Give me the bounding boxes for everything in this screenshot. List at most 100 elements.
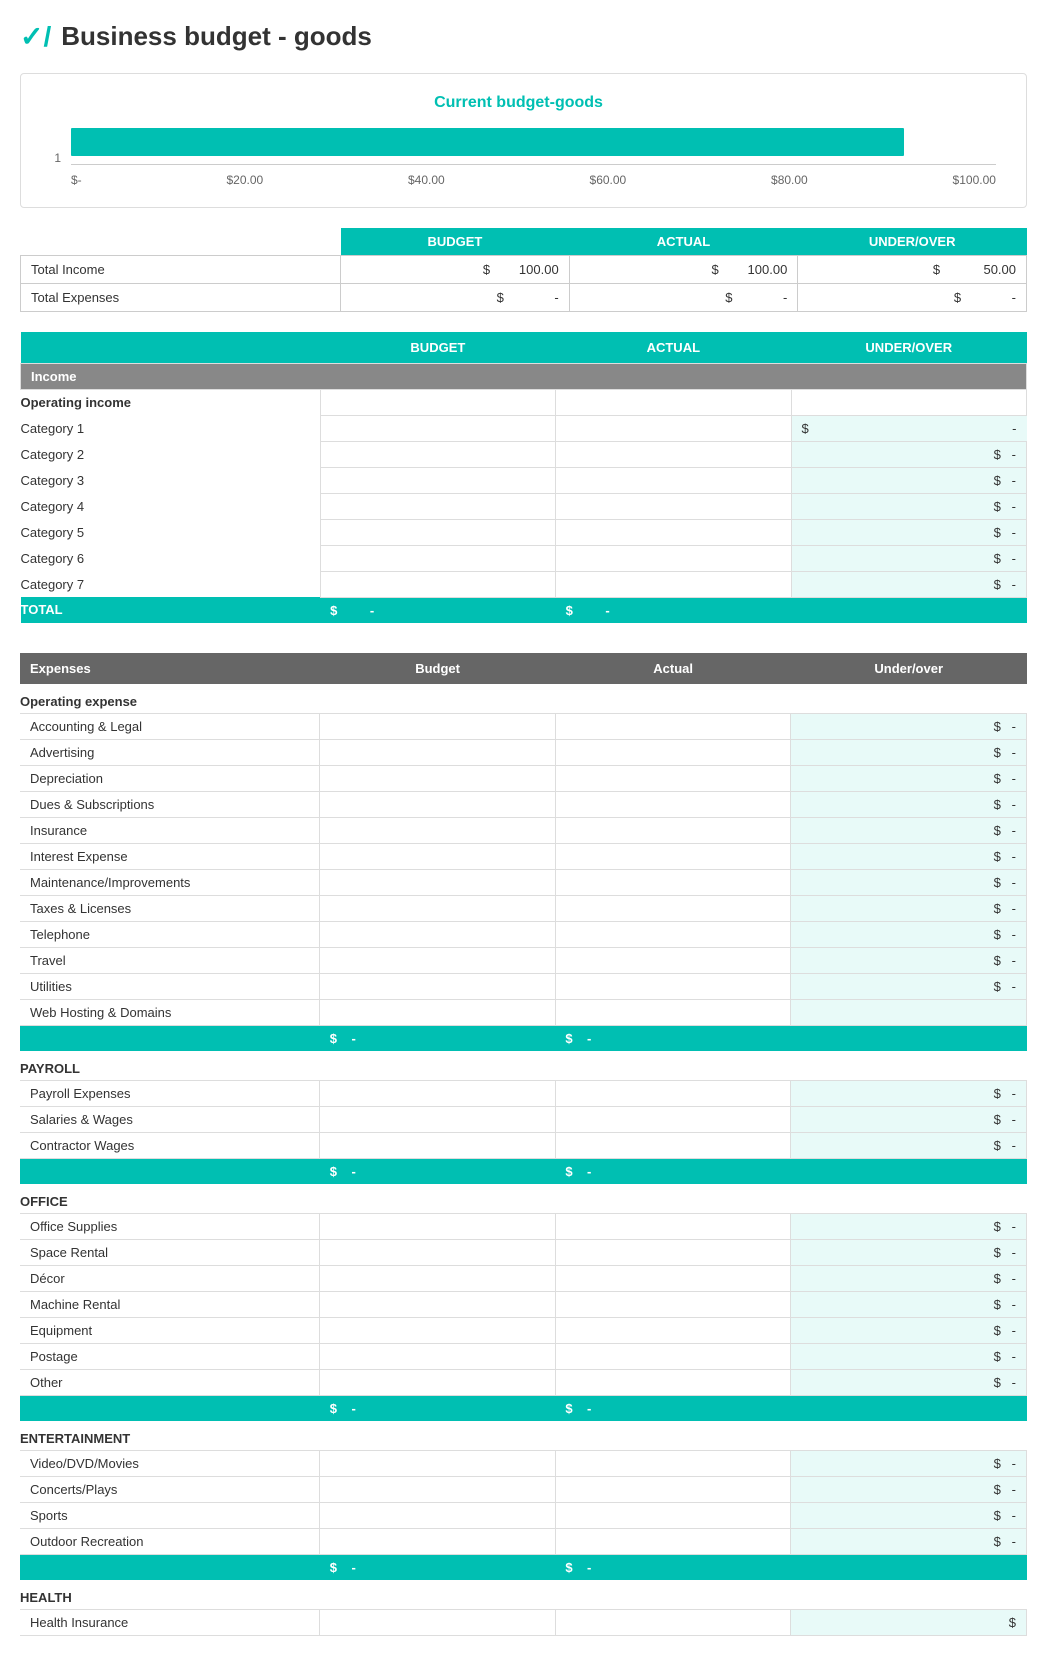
cat5-budget-input[interactable]: [320, 519, 555, 545]
exp-maintenance-budget[interactable]: [320, 869, 556, 895]
exp-video-actual[interactable]: [555, 1450, 791, 1476]
exp-taxes-underover: $ -: [791, 895, 1027, 921]
cat2-actual-input[interactable]: [556, 441, 791, 467]
entertainment-subheader-row: ENTERTAINMENT: [20, 1421, 1027, 1451]
exp-utilities-budget[interactable]: [320, 973, 556, 999]
exp-utilities-actual[interactable]: [555, 973, 791, 999]
cat1-budget-input[interactable]: [320, 415, 555, 441]
exp-depreciation-budget[interactable]: [320, 765, 556, 791]
exp-machinerental-underover: $ -: [791, 1291, 1027, 1317]
exp-concerts-budget[interactable]: [320, 1476, 556, 1502]
cat2-budget-input[interactable]: [320, 441, 555, 467]
exp-sports-budget[interactable]: [320, 1502, 556, 1528]
exp-interest-label: Interest Expense: [20, 843, 320, 869]
chart-x-line: [71, 164, 996, 165]
exp-contractorwages-actual[interactable]: [555, 1132, 791, 1158]
exp-webhosting-budget[interactable]: [320, 999, 556, 1025]
exp-equipment-actual[interactable]: [555, 1317, 791, 1343]
cat4-actual-input[interactable]: [556, 493, 791, 519]
exp-webhosting-actual[interactable]: [555, 999, 791, 1025]
exp-advertising-budget[interactable]: [320, 739, 556, 765]
exp-travel-budget[interactable]: [320, 947, 556, 973]
payroll-subtotal-row: $ - $ -: [20, 1158, 1027, 1184]
exp-dues-row: Dues & Subscriptions $ -: [20, 791, 1027, 817]
exp-contractorwages-budget[interactable]: [320, 1132, 556, 1158]
exp-advertising-actual[interactable]: [555, 739, 791, 765]
exp-concerts-actual[interactable]: [555, 1476, 791, 1502]
cat3-actual-input[interactable]: [556, 467, 791, 493]
exp-other-actual[interactable]: [555, 1369, 791, 1395]
exp-decor-budget[interactable]: [320, 1265, 556, 1291]
operating-expense-subtotal-row: $ - $ -: [20, 1025, 1027, 1051]
exp-postage-budget[interactable]: [320, 1343, 556, 1369]
income-table: BUDGET ACTUAL UNDER/OVER Income Operatin…: [20, 332, 1027, 623]
exp-healthins-budget[interactable]: [320, 1609, 556, 1635]
cat6-budget-input[interactable]: [320, 545, 555, 571]
exp-travel-actual[interactable]: [555, 947, 791, 973]
exp-outdoor-actual[interactable]: [555, 1528, 791, 1554]
exp-telephone-underover: $ -: [791, 921, 1027, 947]
exp-salaries-actual[interactable]: [555, 1106, 791, 1132]
cat7-actual-input[interactable]: [556, 571, 791, 597]
exp-officesupplies-budget[interactable]: [320, 1213, 556, 1239]
cat6-actual-input[interactable]: [556, 545, 791, 571]
exp-interest-underover: $ -: [791, 843, 1027, 869]
exp-healthins-actual[interactable]: [555, 1609, 791, 1635]
exp-interest-row: Interest Expense $ -: [20, 843, 1027, 869]
exp-accounting-actual[interactable]: [555, 713, 791, 739]
exp-spacerental-budget[interactable]: [320, 1239, 556, 1265]
exp-other-label: Other: [20, 1369, 320, 1395]
operating-expense-subtotal-budget: $ -: [320, 1025, 556, 1051]
cat1-actual-input[interactable]: [556, 415, 791, 441]
exp-outdoor-budget[interactable]: [320, 1528, 556, 1554]
exp-interest-actual[interactable]: [555, 843, 791, 869]
exp-contractorwages-row: Contractor Wages $ -: [20, 1132, 1027, 1158]
exp-decor-actual[interactable]: [555, 1265, 791, 1291]
income-col-underover: UNDER/OVER: [791, 332, 1026, 364]
cat3-underover: $ -: [791, 467, 1026, 493]
exp-taxes-budget[interactable]: [320, 895, 556, 921]
exp-spacerental-actual[interactable]: [555, 1239, 791, 1265]
exp-postage-actual[interactable]: [555, 1343, 791, 1369]
summary-expenses-label: Total Expenses: [21, 284, 341, 312]
cat1-label: Category 1: [21, 415, 321, 441]
exp-dues-actual[interactable]: [555, 791, 791, 817]
cat5-actual-input[interactable]: [556, 519, 791, 545]
exp-taxes-actual[interactable]: [555, 895, 791, 921]
cat4-budget-input[interactable]: [320, 493, 555, 519]
exp-interest-budget[interactable]: [320, 843, 556, 869]
payroll-label: PAYROLL: [20, 1051, 1027, 1081]
exp-dues-budget[interactable]: [320, 791, 556, 817]
exp-telephone-actual[interactable]: [555, 921, 791, 947]
exp-machinerental-actual[interactable]: [555, 1291, 791, 1317]
exp-webhosting-underover: [791, 999, 1027, 1025]
exp-telephone-budget[interactable]: [320, 921, 556, 947]
exp-maintenance-actual[interactable]: [555, 869, 791, 895]
exp-concerts-underover: $ -: [791, 1476, 1027, 1502]
summary-income-actual: $ 100.00: [569, 256, 798, 284]
exp-payrollexp-budget[interactable]: [320, 1080, 556, 1106]
exp-salaries-budget[interactable]: [320, 1106, 556, 1132]
cat7-budget-input[interactable]: [320, 571, 555, 597]
entertainment-subtotal-label: [20, 1554, 320, 1580]
entertainment-subtotal-row: $ - $ -: [20, 1554, 1027, 1580]
exp-depreciation-actual[interactable]: [555, 765, 791, 791]
exp-insurance-actual[interactable]: [555, 817, 791, 843]
exp-payrollexp-row: Payroll Expenses $ -: [20, 1080, 1027, 1106]
income-cat5-row: Category 5 $ -: [21, 519, 1027, 545]
exp-officesupplies-actual[interactable]: [555, 1213, 791, 1239]
exp-accounting-budget[interactable]: [320, 713, 556, 739]
page-title: Business budget - goods: [61, 21, 372, 52]
exp-insurance-budget[interactable]: [320, 817, 556, 843]
exp-other-budget[interactable]: [320, 1369, 556, 1395]
exp-payrollexp-actual[interactable]: [555, 1080, 791, 1106]
exp-machinerental-budget[interactable]: [320, 1291, 556, 1317]
payroll-subtotal-actual: $ -: [555, 1158, 791, 1184]
operating-income-underover-empty: [791, 390, 1026, 416]
exp-other-underover: $ -: [791, 1369, 1027, 1395]
exp-video-budget[interactable]: [320, 1450, 556, 1476]
cat3-budget-input[interactable]: [320, 467, 555, 493]
income-col-label: [21, 332, 321, 364]
exp-equipment-budget[interactable]: [320, 1317, 556, 1343]
exp-sports-actual[interactable]: [555, 1502, 791, 1528]
